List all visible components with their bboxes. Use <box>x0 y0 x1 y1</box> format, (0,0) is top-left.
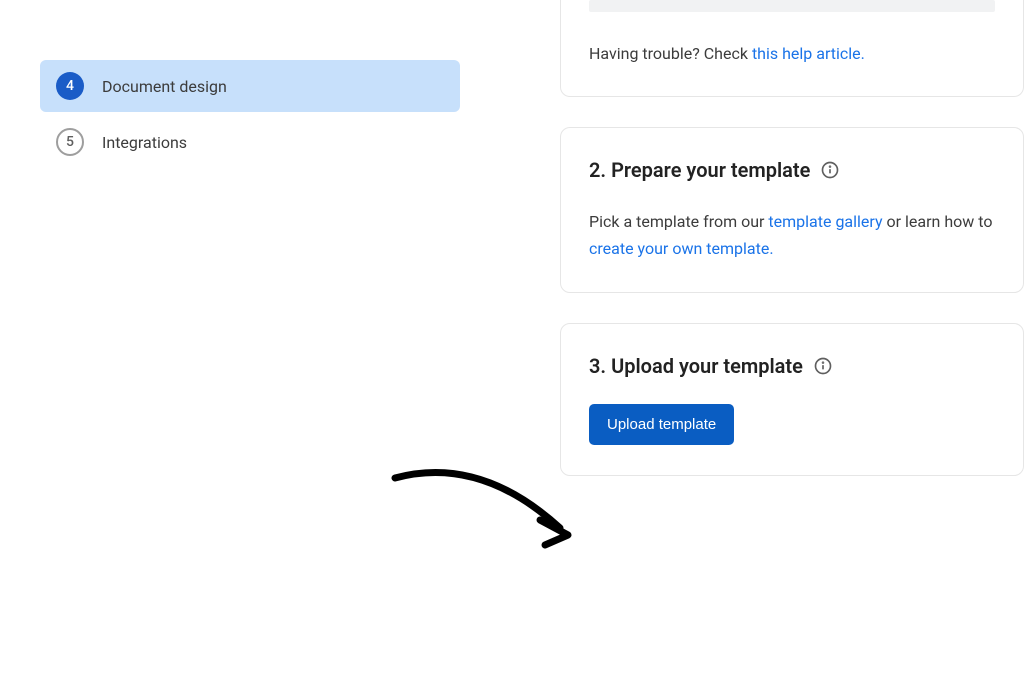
help-text-before: Having trouble? Check <box>589 44 752 63</box>
info-icon[interactable] <box>820 160 840 180</box>
template-gallery-link[interactable]: template gallery <box>768 212 882 231</box>
help-article-link[interactable]: this help article. <box>752 44 865 63</box>
sidebar-item-document-design[interactable]: 4 Document design <box>40 60 460 112</box>
placeholder-bar <box>589 0 995 12</box>
step-badge-5: 5 <box>56 128 84 156</box>
card-help: Having trouble? Check this help article. <box>560 0 1024 97</box>
upload-template-button[interactable]: Upload template <box>589 404 734 445</box>
create-template-link[interactable]: create your own template. <box>589 239 774 258</box>
sidebar-item-integrations[interactable]: 5 Integrations <box>40 116 460 168</box>
card-prepare-template: 2. Prepare your template Pick a template… <box>560 127 1024 293</box>
info-icon[interactable] <box>813 356 833 376</box>
arrow-annotation <box>380 460 590 564</box>
help-text: Having trouble? Check this help article. <box>561 42 1023 66</box>
step-number: 4 <box>66 78 74 94</box>
step-number: 5 <box>66 134 74 150</box>
card-title-row: 3. Upload your template <box>589 354 995 378</box>
body-text: Pick a template from our <box>589 212 768 231</box>
sidebar-item-label: Document design <box>102 77 227 96</box>
card-body: Pick a template from our template galler… <box>589 208 995 262</box>
step-badge-4: 4 <box>56 72 84 100</box>
card-upload-template: 3. Upload your template Upload template <box>560 323 1024 476</box>
body-text: or learn how to <box>883 212 993 231</box>
card-title: 3. Upload your template <box>589 354 803 378</box>
main-content: Having trouble? Check this help article.… <box>560 0 1024 506</box>
card-title-row: 2. Prepare your template <box>589 158 995 182</box>
sidebar: 4 Document design 5 Integrations <box>40 60 460 172</box>
card-title: 2. Prepare your template <box>589 158 810 182</box>
sidebar-item-label: Integrations <box>102 133 187 152</box>
